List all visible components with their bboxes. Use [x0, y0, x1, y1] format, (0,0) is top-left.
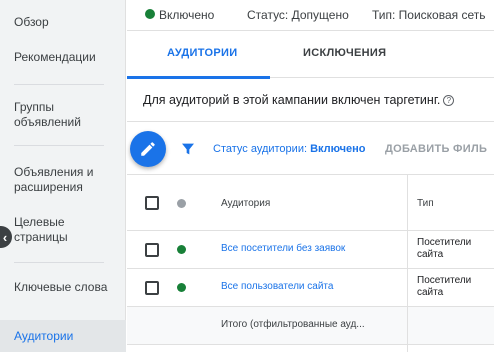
tab-audiences[interactable]: АУДИТОРИИ — [167, 47, 237, 59]
sidebar-item-ad-groups[interactable]: Группы объявлений — [14, 100, 118, 130]
table-header-row: Аудитория Тип — [127, 175, 494, 231]
enabled-status-text[interactable]: Включено — [159, 8, 214, 22]
filter-value: Включено — [310, 143, 366, 155]
sidebar-divider — [14, 262, 104, 263]
status-column-header-icon — [177, 199, 186, 208]
sidebar-item-overview[interactable]: Обзор — [14, 15, 118, 30]
audience-type: Посетители сайта — [417, 275, 472, 298]
active-tab-indicator — [127, 76, 270, 79]
column-header-type[interactable]: Тип — [417, 198, 434, 210]
sidebar-item-recommendations[interactable]: Рекомендации — [14, 50, 118, 65]
campaign-status-bar: Включено Статус: Допущено Тип: Поисковая… — [127, 0, 494, 30]
audience-status-filter[interactable]: Статус аудитории: Включено — [213, 143, 366, 155]
sidebar-divider — [14, 145, 104, 146]
audience-name-link[interactable]: Все пользователи сайта — [221, 281, 333, 292]
sidebar-item-keywords[interactable]: Ключевые слова — [14, 280, 118, 295]
table-row: Все посетители без заявок Посетители сай… — [127, 231, 494, 269]
sidebar-item-label: Аудитории — [14, 329, 74, 343]
pencil-icon — [141, 142, 155, 156]
targeting-info: Для аудиторий в этой кампании включен та… — [143, 93, 455, 107]
targeting-info-text: Для аудиторий в этой кампании включен та… — [143, 93, 441, 107]
audience-type: Посетители сайта — [417, 237, 472, 260]
audience-name-link[interactable]: Все посетители без заявок — [221, 243, 345, 254]
filter-icon[interactable] — [180, 141, 196, 157]
row-checkbox[interactable] — [145, 243, 159, 257]
column-header-audience[interactable]: Аудитория — [221, 198, 270, 209]
select-all-checkbox[interactable] — [145, 196, 159, 210]
tab-bar: АУДИТОРИИ ИСКЛЮЧЕНИЯ — [127, 30, 494, 79]
help-icon[interactable]: ? — [443, 95, 455, 106]
sidebar-item-ads-extensions[interactable]: Объявления и расширения — [14, 165, 118, 195]
total-label: Итого (отфильтрованные ауд... — [221, 319, 365, 330]
edit-button[interactable] — [130, 131, 166, 167]
sidebar-item-landing-pages[interactable]: Целевые страницы — [14, 215, 118, 245]
column-divider — [407, 175, 408, 352]
campaign-type: Тип: Поисковая сеть — [372, 8, 486, 22]
row-checkbox[interactable] — [145, 281, 159, 295]
tab-exclusions[interactable]: ИСКЛЮЧЕНИЯ — [303, 47, 386, 59]
enabled-status-dot — [145, 9, 155, 19]
enabled-status-dot[interactable] — [177, 245, 186, 254]
sidebar-divider — [14, 84, 104, 85]
approval-status: Статус: Допущено — [247, 8, 349, 22]
sidebar-item-audiences[interactable]: Аудитории — [0, 320, 126, 352]
sidebar: Обзор Рекомендации Группы объявлений Объ… — [0, 0, 126, 352]
table-row: Все пользователи сайта Посетители сайта — [127, 269, 494, 307]
table-total-row: Итого (отфильтрованные ауд... — [127, 307, 494, 345]
filter-label: Статус аудитории: — [213, 143, 308, 155]
audiences-table: Аудитория Тип Все посетители без заявок … — [127, 174, 494, 352]
toolbar-divider — [127, 121, 494, 122]
main-content: Включено Статус: Допущено Тип: Поисковая… — [127, 0, 494, 352]
enabled-status-dot[interactable] — [177, 283, 186, 292]
add-filter-button[interactable]: ДОБАВИТЬ ФИЛЬ — [385, 143, 487, 155]
